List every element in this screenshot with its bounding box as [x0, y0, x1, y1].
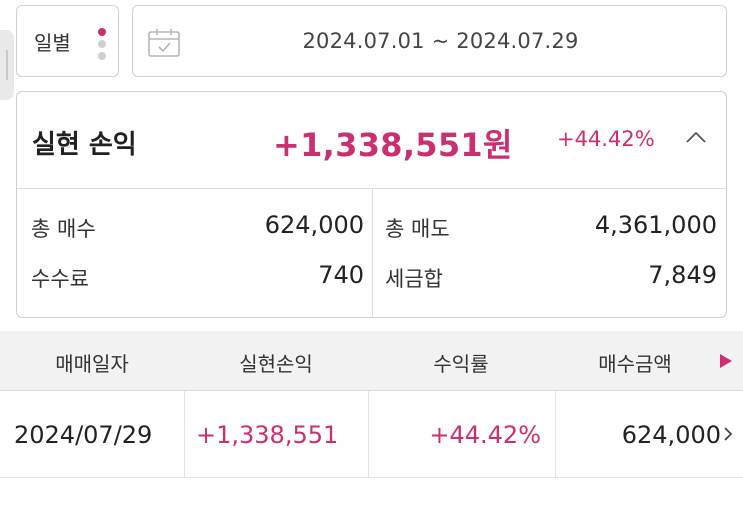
summary-details: 총 매수 624,000 총 매도 4,361,000 수수료 740 세금합 …	[17, 189, 726, 317]
divider	[372, 189, 373, 317]
dot-active	[98, 28, 106, 36]
table-row[interactable]: 2024/07/29 +1,338,551 +44.42% 624,000	[0, 391, 743, 478]
tax-label: 세금합	[385, 267, 443, 291]
period-select[interactable]: 일별	[16, 5, 119, 77]
play-right-icon[interactable]	[719, 353, 733, 369]
column-header-buy-amount[interactable]: 매수금액	[560, 348, 710, 377]
profit-rate: +44.42%	[557, 127, 655, 151]
summary-title: 실현 손익	[32, 130, 137, 160]
row-realized-profit: +1,338,551	[196, 420, 339, 449]
side-drawer-handle[interactable]	[0, 30, 14, 100]
chevron-right-icon[interactable]	[723, 426, 733, 442]
date-range-picker[interactable]: 2024.07.01 ~ 2024.07.29	[132, 5, 727, 77]
divider	[184, 391, 185, 478]
column-header-realized-profit[interactable]: 실현손익	[184, 348, 368, 377]
tax-value: 7,849	[648, 261, 717, 289]
divider	[368, 391, 369, 478]
dot	[98, 40, 106, 48]
buy-total-value: 624,000	[264, 211, 364, 239]
date-range-text: 2024.07.01 ~ 2024.07.29	[302, 29, 579, 53]
calendar-icon	[148, 29, 180, 57]
sell-total-label: 총 매도	[385, 217, 450, 241]
table-header: 매매일자 실현손익 수익률 매수금액	[0, 331, 743, 391]
column-header-trade-date[interactable]: 매매일자	[0, 348, 184, 377]
chevron-up-icon[interactable]	[685, 130, 707, 144]
buy-total-label: 총 매수	[31, 217, 96, 241]
profit-amount: +1,338,551원	[273, 126, 513, 164]
realized-profit-card: 실현 손익 +1,338,551원 +44.42% 총 매수 624,000 총…	[16, 91, 727, 318]
row-buy-amount: 624,000	[621, 420, 721, 449]
summary-header[interactable]: 실현 손익 +1,338,551원 +44.42%	[17, 92, 726, 189]
divider	[555, 391, 556, 478]
row-return-rate: +44.42%	[429, 420, 541, 449]
column-header-return-rate[interactable]: 수익률	[368, 348, 554, 377]
dot	[98, 52, 106, 60]
fee-value: 740	[318, 261, 364, 289]
row-trade-date: 2024/07/29	[14, 420, 153, 449]
period-label: 일별	[34, 30, 71, 55]
sell-total-value: 4,361,000	[594, 211, 717, 239]
fee-label: 수수료	[31, 267, 89, 291]
vertical-dots-icon[interactable]	[98, 28, 106, 60]
